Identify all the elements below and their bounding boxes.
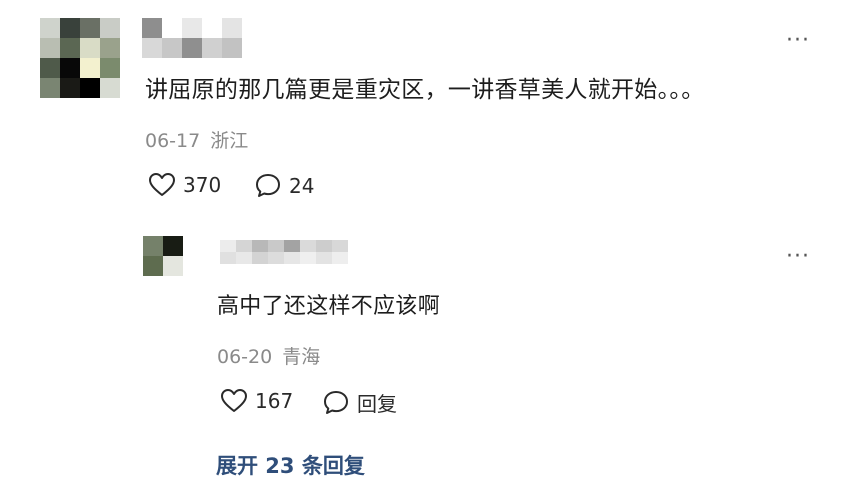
mosaic-tile bbox=[268, 240, 284, 252]
mosaic-tile bbox=[332, 240, 348, 252]
like-button[interactable]: 370 bbox=[148, 172, 221, 198]
like-count: 370 bbox=[183, 173, 222, 197]
mosaic-tile bbox=[268, 252, 284, 264]
mosaic-tile bbox=[236, 240, 252, 252]
mosaic-tile bbox=[162, 38, 182, 58]
mosaic-tile bbox=[100, 58, 120, 78]
mosaic-tile bbox=[236, 252, 252, 264]
comment-location: 浙江 bbox=[210, 130, 249, 152]
mosaic-tile bbox=[40, 58, 60, 78]
mosaic-tile bbox=[100, 38, 120, 58]
speech-bubble-icon bbox=[256, 174, 280, 197]
reply-like-button[interactable]: 167 bbox=[220, 388, 293, 414]
expand-replies-link[interactable]: 展开 23 条回复 bbox=[216, 450, 365, 480]
reply-more-options-icon[interactable]: ··· bbox=[786, 246, 810, 268]
reply-meta: 06-20 青海 bbox=[217, 342, 320, 369]
mosaic-tile bbox=[202, 18, 222, 38]
mosaic-tile bbox=[300, 252, 316, 264]
comment-date: 06-17 bbox=[145, 130, 201, 152]
reply-date: 06-20 bbox=[217, 346, 273, 368]
mosaic-tile bbox=[182, 38, 202, 58]
mosaic-tile bbox=[202, 38, 222, 58]
mosaic-tile bbox=[252, 252, 268, 264]
mosaic-tile bbox=[182, 18, 202, 38]
mosaic-tile bbox=[143, 236, 163, 256]
mosaic-tile bbox=[284, 252, 300, 264]
reply-count-button[interactable]: 24 bbox=[254, 172, 314, 199]
mosaic-tile bbox=[284, 240, 300, 252]
mosaic-tile bbox=[163, 256, 183, 276]
heart-outline-icon bbox=[149, 173, 175, 196]
mosaic-tile bbox=[60, 18, 80, 38]
reply-username[interactable] bbox=[220, 240, 348, 264]
mosaic-tile bbox=[60, 38, 80, 58]
avatar[interactable] bbox=[40, 18, 120, 98]
username[interactable] bbox=[142, 18, 242, 58]
mosaic-tile bbox=[142, 18, 162, 38]
comment-meta: 06-17 浙江 bbox=[145, 126, 248, 153]
mosaic-tile bbox=[60, 78, 80, 98]
mosaic-tile bbox=[300, 240, 316, 252]
mosaic-tile bbox=[142, 38, 162, 58]
mosaic-tile bbox=[222, 18, 242, 38]
mosaic-tile bbox=[222, 38, 242, 58]
mosaic-tile bbox=[80, 38, 100, 58]
reply-avatar[interactable] bbox=[143, 236, 183, 276]
mosaic-tile bbox=[332, 252, 348, 264]
mosaic-tile bbox=[316, 240, 332, 252]
mosaic-tile bbox=[162, 18, 182, 38]
mosaic-tile bbox=[80, 78, 100, 98]
comment-text: 讲屈原的那几篇更是重灾区，一讲香草美人就开始。。。 bbox=[145, 77, 705, 103]
mosaic-tile bbox=[100, 78, 120, 98]
reply-button[interactable]: 回复 bbox=[322, 388, 397, 417]
reply-text: 高中了还这样不应该啊 bbox=[217, 294, 441, 319]
mosaic-tile bbox=[252, 240, 268, 252]
reply-location: 青海 bbox=[282, 346, 321, 368]
more-options-icon[interactable]: ··· bbox=[786, 30, 810, 52]
reply-button-label: 回复 bbox=[357, 392, 397, 416]
speech-bubble-icon bbox=[324, 391, 348, 414]
mosaic-tile bbox=[220, 240, 236, 252]
mosaic-tile bbox=[40, 18, 60, 38]
mosaic-tile bbox=[143, 256, 163, 276]
mosaic-tile bbox=[100, 18, 120, 38]
reply-like-count: 167 bbox=[255, 389, 294, 413]
mosaic-tile bbox=[316, 252, 332, 264]
mosaic-tile bbox=[163, 236, 183, 256]
mosaic-tile bbox=[80, 18, 100, 38]
mosaic-tile bbox=[40, 78, 60, 98]
mosaic-tile bbox=[40, 38, 60, 58]
reply-count: 24 bbox=[289, 173, 315, 198]
mosaic-tile bbox=[220, 252, 236, 264]
heart-outline-icon bbox=[221, 389, 247, 412]
mosaic-tile bbox=[80, 58, 100, 78]
mosaic-tile bbox=[60, 58, 80, 78]
